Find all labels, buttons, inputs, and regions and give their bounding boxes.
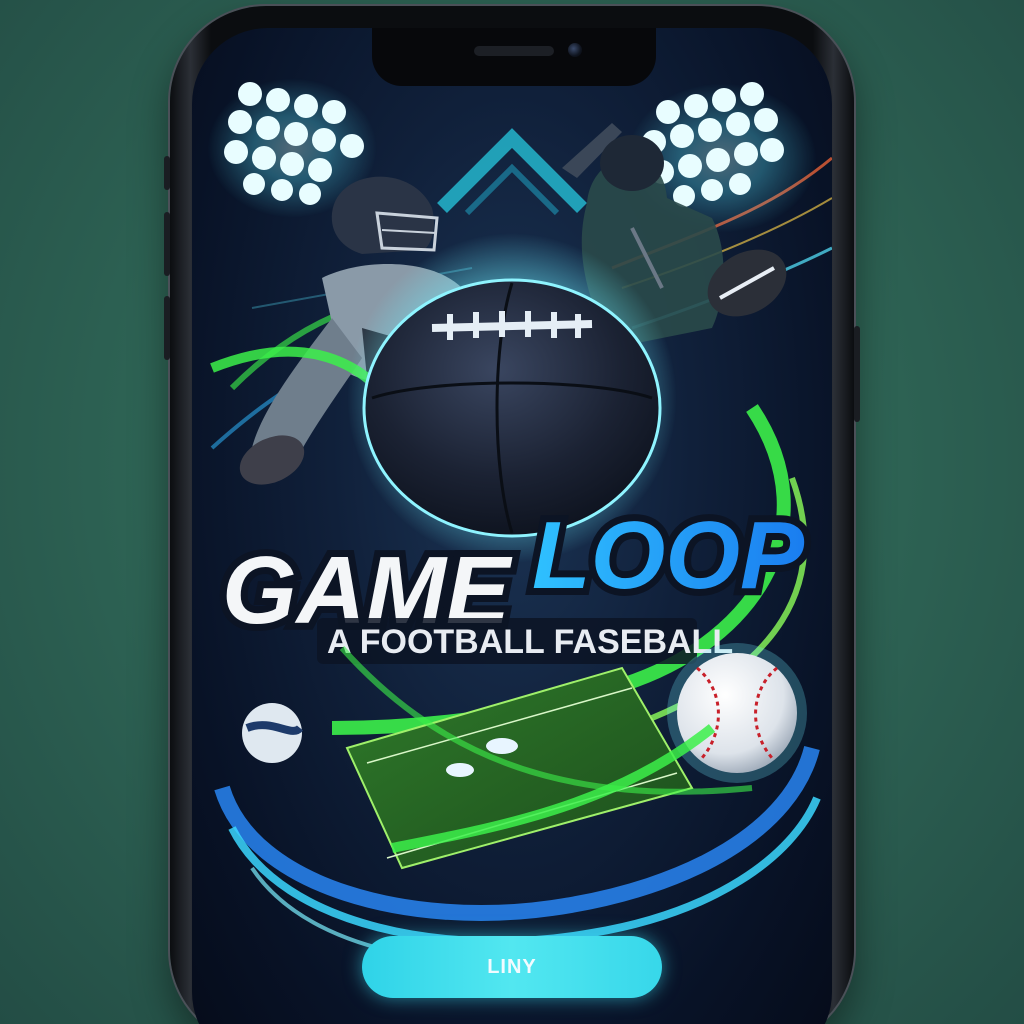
phone-screen: GAME GAME LOOP LOOP A FOOTBALL FASEBALL <box>192 28 832 1024</box>
front-camera-icon <box>568 43 582 57</box>
helmet-icon <box>331 176 439 254</box>
power-button <box>854 326 860 422</box>
phone-frame: GAME GAME LOOP LOOP A FOOTBALL FASEBALL <box>164 6 860 1024</box>
cta-button[interactable]: LINY <box>362 936 662 998</box>
logo-tagline: A FOOTBALL FASEBALL <box>327 623 733 661</box>
baseball-icon <box>667 643 807 783</box>
small-ball-icon <box>242 703 304 763</box>
notch <box>372 28 656 86</box>
earpiece-speaker <box>474 46 554 56</box>
splash-artwork: GAME GAME LOOP LOOP A FOOTBALL FASEBALL <box>207 78 832 965</box>
volume-up-button <box>164 212 170 276</box>
logo-word-loop: LOOP <box>532 502 805 609</box>
mute-switch <box>164 156 170 190</box>
volume-down-button <box>164 296 170 360</box>
